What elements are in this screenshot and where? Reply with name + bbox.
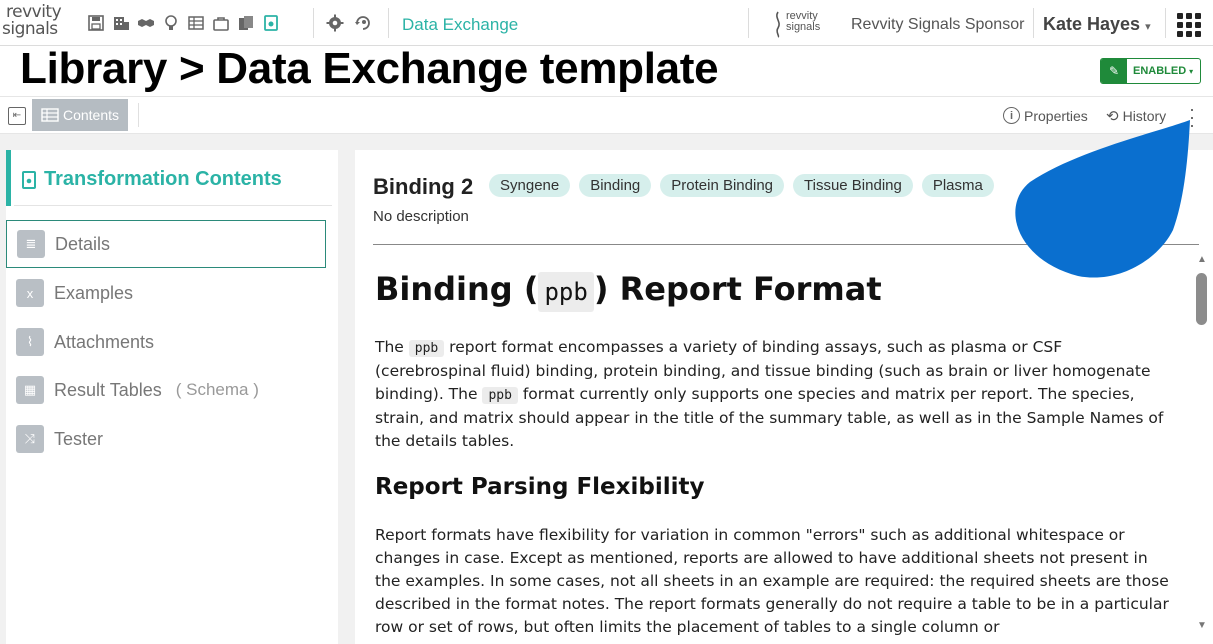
shuffle-icon: ⤨ — [16, 425, 44, 453]
scroll-up-icon[interactable]: ▲ — [1197, 254, 1207, 265]
divider — [313, 8, 314, 38]
status-label: ENABLED — [1133, 65, 1187, 77]
brand-logo[interactable]: revvity signals — [2, 4, 62, 38]
nav-header: Transformation Contents — [22, 168, 282, 191]
settings-icons — [325, 13, 373, 33]
lightbulb-icon[interactable] — [161, 13, 181, 33]
status-caret-icon: ▾ — [1189, 66, 1194, 76]
doc-heading: Binding (ppb) Report Format — [375, 270, 882, 312]
nav-item-result-tables[interactable]: ▦ Result Tables ( Schema ) — [6, 366, 326, 414]
inline-code: ppb — [408, 340, 445, 357]
nav-item-examples[interactable]: x Examples — [6, 269, 326, 317]
nav-item-label: Examples — [54, 282, 134, 303]
inline-code: ppb — [538, 272, 594, 312]
grid-table-icon: ▦ — [16, 376, 44, 404]
schema-link[interactable]: ( Schema ) — [176, 380, 259, 400]
tab-contents[interactable]: Contents — [32, 99, 128, 131]
nav-accent-bar — [6, 150, 11, 206]
doc-heading-text: Binding ( — [375, 270, 539, 308]
sponsor-logo-line2: signals — [786, 21, 821, 33]
table-icon — [41, 108, 59, 122]
app-grid-icon[interactable] — [1177, 13, 1201, 37]
nav-item-label: Attachments — [54, 331, 155, 352]
nav-header-label: Transformation Contents — [44, 168, 282, 190]
app-name[interactable]: Data Exchange — [402, 15, 518, 35]
save-icon[interactable] — [86, 13, 106, 33]
scroll-down-icon[interactable]: ▼ — [1197, 620, 1207, 631]
user-menu[interactable]: Kate Hayes ▾ — [1043, 14, 1151, 35]
doc-paragraph: The ppb report format encompasses a vari… — [375, 336, 1175, 453]
table-icon[interactable] — [186, 13, 206, 33]
divider — [14, 205, 332, 206]
doc-heading-text: ) Report Format — [593, 270, 882, 308]
doc-subheading: Report Parsing Flexibility — [375, 474, 705, 500]
nav-item-label: Result Tables — [54, 379, 162, 400]
status-dropdown[interactable]: ✎ ENABLED ▾ — [1100, 58, 1201, 84]
divider — [388, 8, 389, 38]
divider — [1165, 8, 1166, 38]
template-name: Binding 2 — [373, 174, 474, 199]
document-icon — [22, 170, 36, 189]
divider — [1033, 8, 1034, 38]
scrollbar-thumb[interactable] — [1196, 273, 1207, 325]
building-icon[interactable] — [111, 13, 131, 33]
tag[interactable]: Protein Binding — [660, 174, 784, 197]
page-title: Library > Data Exchange template — [20, 44, 719, 93]
nav-item-tester[interactable]: ⤨ Tester — [6, 415, 326, 463]
nav-item-label: Details — [55, 233, 111, 254]
user-name: Kate Hayes — [1043, 14, 1141, 34]
details-icon: ≣ — [17, 230, 45, 258]
user-caret-icon: ▾ — [1145, 21, 1151, 33]
tag[interactable]: Syngene — [489, 174, 571, 197]
divider — [138, 103, 139, 127]
tag[interactable]: Tissue Binding — [793, 174, 913, 197]
tag[interactable]: Plasma — [921, 174, 994, 197]
template-description: No description — [373, 208, 469, 225]
nav-item-label: Tester — [54, 428, 104, 449]
doc-paragraph: Report formats have flexibility for vari… — [375, 526, 1169, 636]
handshake-icon[interactable] — [136, 13, 156, 33]
copy-icon[interactable] — [236, 13, 256, 33]
sponsor-logo: revvity signals — [772, 10, 830, 38]
gear-icon[interactable] — [325, 13, 345, 33]
top-bar: revvity signals Data Exchange revvity si… — [0, 0, 1213, 46]
paragraph-text: The — [375, 338, 409, 356]
nav-item-details[interactable]: ≣ Details — [6, 220, 326, 268]
refresh-user-icon[interactable] — [353, 13, 373, 33]
tag-list: Syngene Binding Protein Binding Tissue B… — [489, 174, 994, 197]
inline-code: ppb — [482, 387, 518, 404]
collapse-sidebar-icon[interactable]: ⇤ — [8, 107, 26, 125]
tag[interactable]: Binding — [579, 174, 652, 197]
sponsor-name[interactable]: Revvity Signals Sponsor — [851, 16, 1024, 34]
toolbox-icon[interactable] — [211, 13, 231, 33]
nav-item-attachments[interactable]: ⌇ Attachments — [6, 318, 326, 366]
annotation-blob — [1015, 120, 1190, 278]
document-icon[interactable] — [261, 13, 281, 33]
brand-line2: signals — [2, 19, 58, 39]
excel-file-icon: x — [16, 279, 44, 307]
pencil-icon: ✎ — [1101, 59, 1127, 83]
divider — [748, 8, 749, 38]
transformation-nav: Transformation Contents ≣ Details x Exam… — [6, 150, 338, 644]
toolbar-icons — [86, 13, 281, 33]
paperclip-icon: ⌇ — [16, 328, 44, 356]
tab-contents-label: Contents — [62, 107, 120, 123]
